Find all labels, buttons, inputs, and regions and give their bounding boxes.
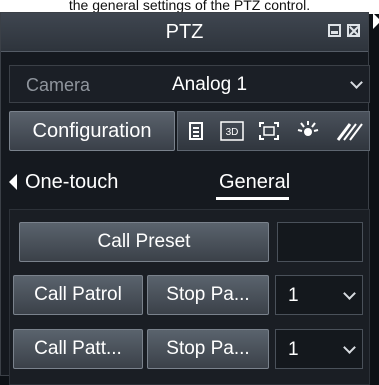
camera-select[interactable]: Analog 1 — [160, 66, 369, 102]
camera-value: Analog 1 — [172, 74, 248, 95]
tab-bar: One-touch General — [1, 161, 370, 201]
light-icon[interactable] — [296, 120, 320, 142]
pattern-number-select[interactable]: 1 — [275, 329, 363, 369]
svg-text:3D: 3D — [226, 127, 239, 138]
chevron-down-icon — [350, 76, 363, 89]
call-patrol-button[interactable]: Call Patrol — [13, 275, 143, 315]
fullscreen-icon[interactable] — [258, 120, 280, 142]
minimize-icon[interactable] — [328, 24, 341, 37]
active-tab-underline — [216, 197, 289, 200]
chevron-down-icon — [343, 341, 356, 354]
patrol-number-value: 1 — [288, 285, 299, 306]
stop-pattern-button[interactable]: Stop Pa... — [147, 329, 269, 369]
camera-row: Camera Analog 1 — [9, 65, 370, 103]
wiper-icon[interactable] — [336, 120, 364, 142]
tab-general[interactable]: General — [219, 171, 290, 194]
title-bar: PTZ — [1, 13, 368, 52]
patrol-number-select[interactable]: 1 — [275, 275, 363, 315]
general-tab-content: Call Preset Call Patrol Stop Pa... 1 Cal… — [9, 209, 370, 385]
close-icon[interactable] — [347, 24, 360, 37]
3d-icon[interactable]: 3D — [220, 120, 244, 142]
pattern-number-value: 1 — [288, 339, 299, 360]
tab-scroll-right-icon[interactable] — [373, 13, 379, 29]
tab-one-touch[interactable]: One-touch — [25, 171, 118, 194]
chevron-down-icon — [343, 287, 356, 300]
list-icon[interactable] — [188, 120, 204, 142]
window-title: PTZ — [165, 21, 204, 43]
ptz-panel: PTZ Camera Analog 1 Configuration 3D One… — [0, 12, 370, 385]
call-preset-button[interactable]: Call Preset — [19, 222, 269, 262]
preset-number-field[interactable] — [277, 222, 363, 262]
tab-scroll-left-icon[interactable] — [9, 174, 17, 190]
call-pattern-button[interactable]: Call Patt... — [13, 329, 143, 369]
camera-label: Camera — [26, 75, 91, 95]
stop-patrol-button[interactable]: Stop Pa... — [147, 275, 269, 315]
ptz-icon-bar: 3D — [177, 111, 370, 151]
configuration-button[interactable]: Configuration — [9, 111, 175, 151]
